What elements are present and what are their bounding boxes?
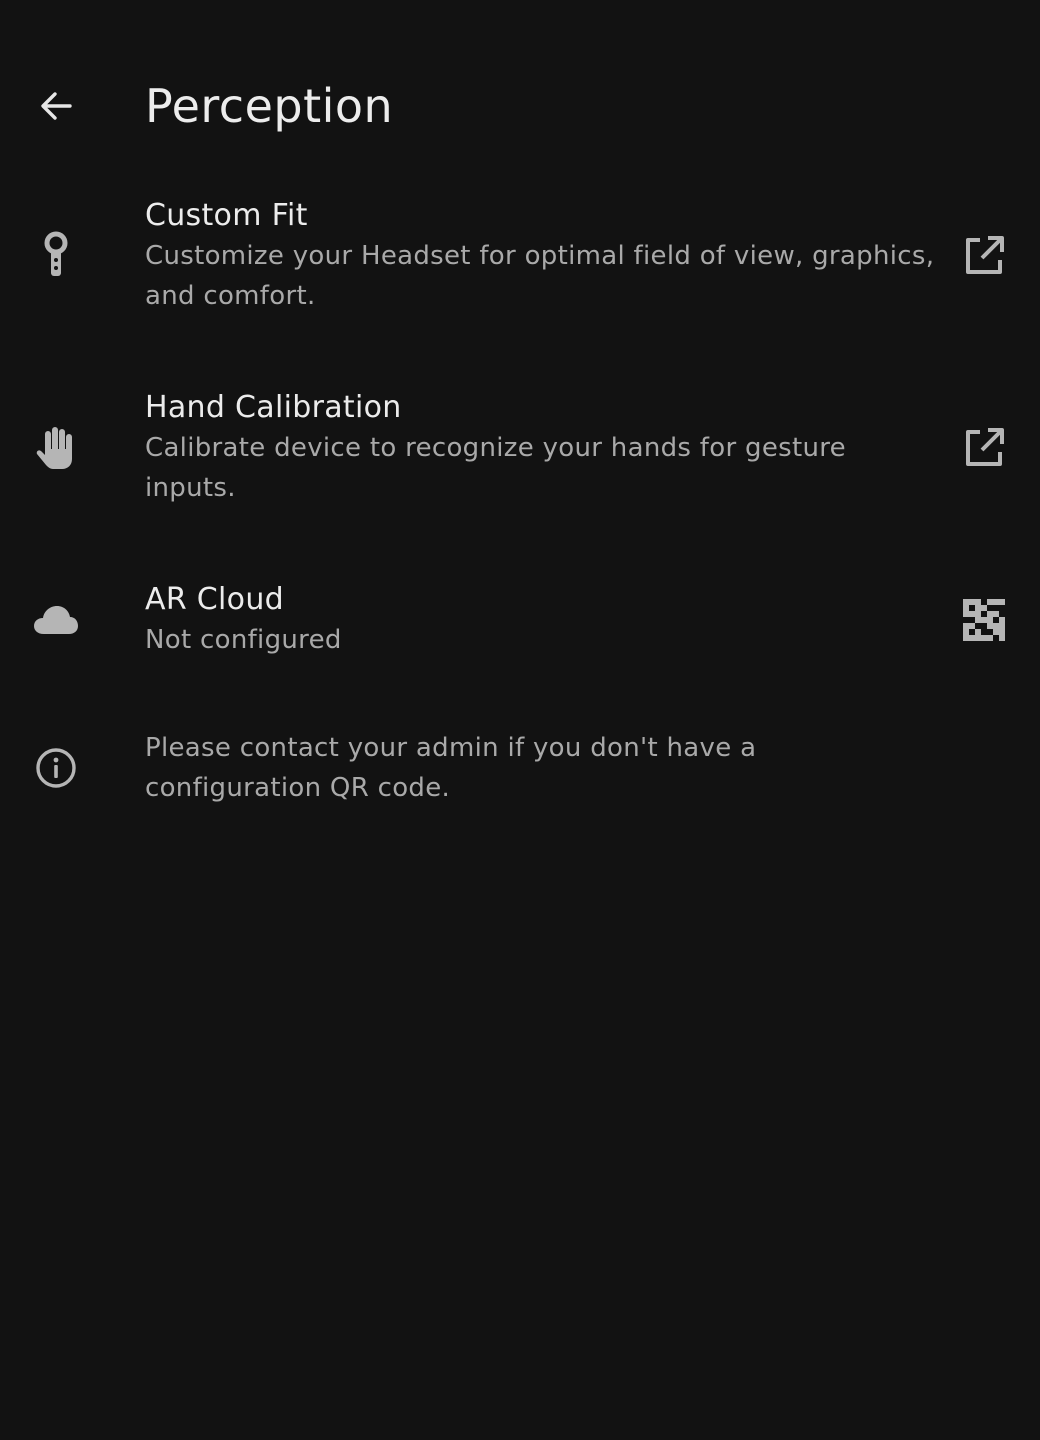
qr-code-icon [963,599,1005,641]
custom-fit-title: Custom Fit [145,198,308,233]
settings-item-custom-fit[interactable]: Custom Fit Customize your Headset for op… [0,196,1040,336]
ar-cloud-subtitle: Not configured [145,625,342,655]
settings-item-hand-calibration[interactable]: Hand Calibration Calibrate device to rec… [0,388,1040,528]
info-text-wrap: Please contact your admin if you don't h… [145,728,785,808]
perception-screen: Perception Custom Fit Customize your Hea… [0,0,1040,1440]
hand-calibration-title: Hand Calibration [145,390,402,425]
info-icon [26,738,86,798]
hand-calibration-text: Hand Calibration Calibrate device to rec… [145,388,935,508]
open-external-button[interactable] [954,418,1014,478]
ar-cloud-text: AR Cloud Not configured [145,580,935,660]
page-title: Perception [145,79,394,133]
app-bar: Perception [0,60,1040,150]
custom-fit-subtitle: Customize your Headset for optimal field… [145,241,935,311]
key-icon [26,226,86,286]
custom-fit-text: Custom Fit Customize your Headset for op… [145,196,935,316]
settings-item-ar-cloud[interactable]: AR Cloud Not configured [0,580,1040,680]
open-external-icon [966,428,1004,466]
ar-cloud-title: AR Cloud [145,582,284,617]
hand-icon [26,418,86,478]
arrow-left-icon [41,92,72,120]
info-note: Please contact your admin if you don't h… [0,728,1040,818]
info-text: Please contact your admin if you don't h… [145,733,757,803]
hand-calibration-subtitle: Calibrate device to recognize your hands… [145,433,846,503]
cloud-icon [26,590,86,650]
open-external-button[interactable] [954,226,1014,286]
open-external-icon [966,236,1004,274]
back-button[interactable] [22,72,90,140]
scan-qr-button[interactable] [954,590,1014,650]
